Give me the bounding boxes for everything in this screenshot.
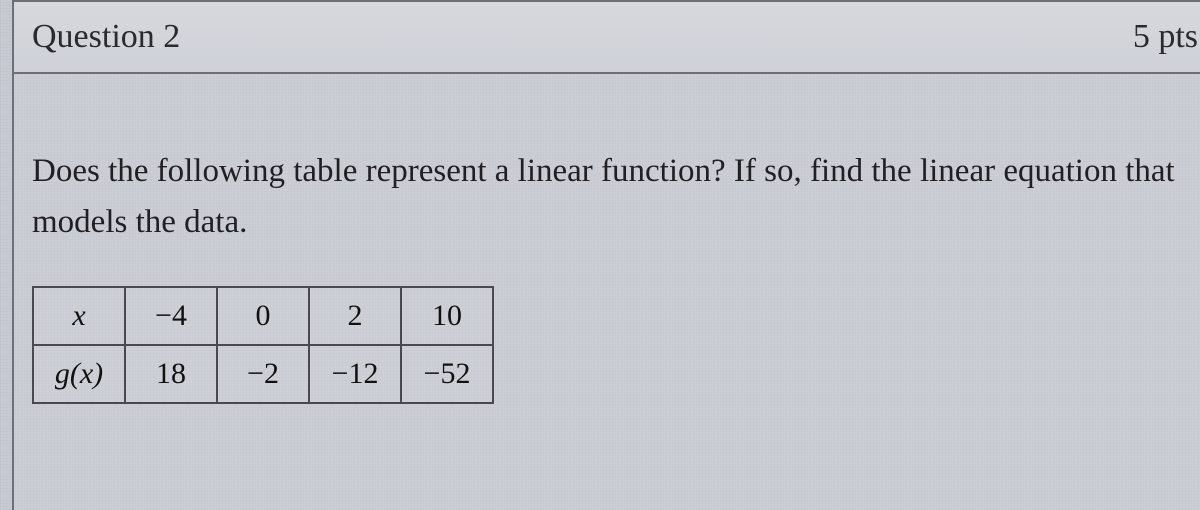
data-table: x −4 0 2 10 g(x) 18 −2 −12 −52 — [32, 286, 494, 404]
question-header: Question 2 5 pts — [14, 2, 1200, 74]
question-points: 5 pts — [1133, 18, 1200, 56]
question-body: Does the following table represent a lin… — [14, 74, 1200, 404]
table-row: g(x) 18 −2 −12 −52 — [33, 345, 493, 403]
question-prompt: Does the following table represent a lin… — [32, 146, 1182, 248]
table-cell: 2 — [309, 287, 401, 345]
row-header-x: x — [33, 287, 125, 345]
table-cell: 18 — [125, 345, 217, 403]
table-cell: −2 — [217, 345, 309, 403]
table-cell: 10 — [401, 287, 493, 345]
table-row: x −4 0 2 10 — [33, 287, 493, 345]
table-cell: −52 — [401, 345, 493, 403]
question-card: Question 2 5 pts Does the following tabl… — [12, 0, 1200, 510]
table-cell: 0 — [217, 287, 309, 345]
row-header-gx: g(x) — [33, 345, 125, 403]
table-cell: −12 — [309, 345, 401, 403]
table-cell: −4 — [125, 287, 217, 345]
question-title: Question 2 — [32, 18, 180, 56]
